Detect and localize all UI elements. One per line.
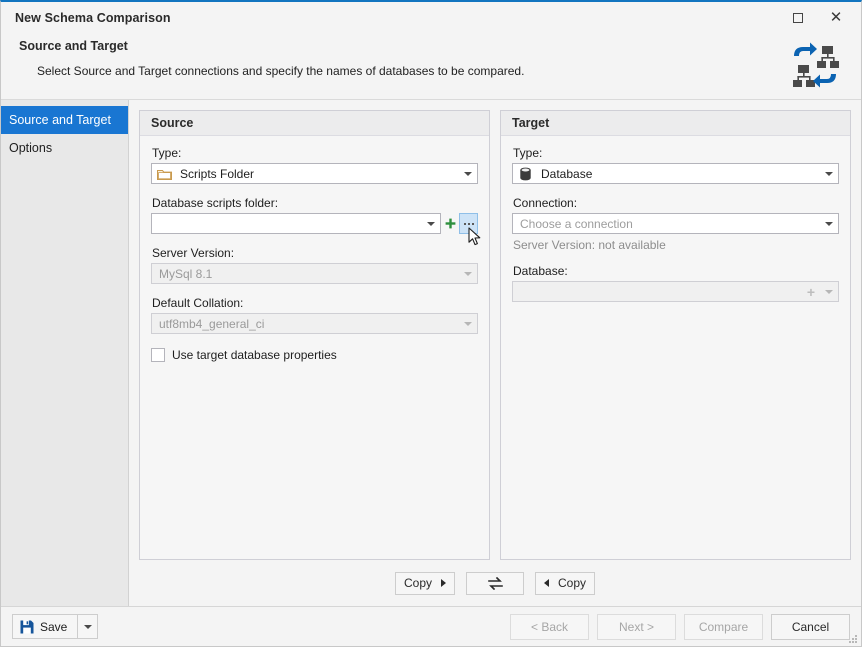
source-type-label: Type: <box>152 146 182 160</box>
source-type-value: Scripts Folder <box>180 166 255 181</box>
copy-to-target-label: Copy <box>403 576 432 590</box>
new-schema-comparison-dialog: New Schema Comparison ✕ Source and Targe… <box>0 0 862 647</box>
arrow-left-icon <box>543 579 549 587</box>
source-server-version-combo: MySql 8.1 <box>151 263 478 284</box>
chevron-down-icon <box>459 271 477 276</box>
source-server-version-label: Server Version: <box>152 246 235 260</box>
back-label: < Back <box>530 619 569 634</box>
use-target-database-properties-checkbox[interactable] <box>151 348 165 362</box>
window-controls: ✕ <box>779 2 855 33</box>
target-connection-placeholder: Choose a connection <box>520 216 633 231</box>
back-button[interactable]: < Back <box>510 613 589 640</box>
navigation-buttons: < Back Next > Compare Cancel <box>510 613 850 640</box>
source-default-collation-value: utf8mb4_general_ci <box>159 316 265 331</box>
next-button[interactable]: Next > <box>597 613 676 640</box>
folder-icon <box>152 168 176 180</box>
chevron-down-icon[interactable] <box>422 221 440 226</box>
database-icon <box>513 167 537 181</box>
source-panel-title: Source <box>140 111 489 136</box>
close-button[interactable]: ✕ <box>817 4 855 32</box>
schema-comparison-logo-icon <box>789 39 841 91</box>
sidebar-item-options[interactable]: Options <box>1 134 128 162</box>
page-subtitle: Select Source and Target connections and… <box>37 64 525 78</box>
sidebar-item-label: Source and Target <box>9 113 111 127</box>
window-title: New Schema Comparison <box>15 10 171 25</box>
compare-label: Compare <box>698 619 749 634</box>
page-title: Source and Target <box>19 39 128 53</box>
title-bar: New Schema Comparison ✕ <box>1 2 861 33</box>
use-target-database-properties-row[interactable]: Use target database properties <box>151 348 478 362</box>
save-dropdown-button[interactable] <box>78 614 99 639</box>
target-panel: Target Type: Database Connection: Choose… <box>500 110 851 560</box>
maximize-square-icon <box>793 12 803 23</box>
source-default-collation-label: Default Collation: <box>152 296 244 310</box>
source-panel: Source Type: Scripts Folder Database scr… <box>139 110 490 560</box>
source-server-version-value: MySql 8.1 <box>159 266 213 281</box>
target-panel-title: Target <box>501 111 850 136</box>
maximize-button[interactable] <box>779 4 817 32</box>
panels-container: Source Type: Scripts Folder Database scr… <box>139 110 851 560</box>
sidebar: Source and Target Options <box>1 100 129 606</box>
next-label: Next > <box>618 619 654 634</box>
target-connection-combo[interactable]: Choose a connection <box>512 213 839 234</box>
source-browse-folder-button[interactable] <box>459 213 478 234</box>
use-target-database-properties-label: Use target database properties <box>172 348 337 362</box>
chevron-down-icon[interactable] <box>820 221 838 226</box>
copy-toolbar: Copy Copy <box>139 560 851 606</box>
source-scripts-folder-input[interactable] <box>151 213 441 234</box>
plus-icon: + <box>806 283 816 300</box>
dialog-body: Source and Target Options Source Type: S… <box>1 99 861 606</box>
close-x-icon: ✕ <box>829 9 843 26</box>
source-type-combo[interactable]: Scripts Folder <box>151 163 478 184</box>
copy-to-target-button[interactable]: Copy <box>395 571 455 595</box>
dialog-footer: Save < Back Next > Compare Cancel <box>1 606 861 646</box>
swap-source-target-button[interactable] <box>466 571 524 595</box>
chevron-down-icon <box>83 624 92 629</box>
cancel-button[interactable]: Cancel <box>771 613 850 640</box>
chevron-down-icon[interactable] <box>820 171 838 176</box>
cancel-label: Cancel <box>791 619 830 634</box>
target-type-value: Database <box>541 166 593 181</box>
target-server-version-text: Server Version: not available <box>513 238 666 252</box>
chevron-down-icon <box>459 321 477 326</box>
ellipsis-icon <box>463 222 474 225</box>
target-panel-body: Type: Database Connection: Choose a conn… <box>501 136 850 559</box>
source-panel-body: Type: Scripts Folder Database scripts fo… <box>140 136 489 559</box>
target-database-label: Database: <box>513 264 568 278</box>
plus-icon <box>445 218 455 229</box>
source-scripts-folder-label: Database scripts folder: <box>152 196 279 210</box>
target-connection-label: Connection: <box>513 196 578 210</box>
swap-arrows-icon <box>487 576 503 590</box>
copy-to-source-label: Copy <box>557 576 586 590</box>
chevron-down-icon <box>820 289 838 294</box>
floppy-disk-icon <box>20 620 34 633</box>
content-area: Source Type: Scripts Folder Database scr… <box>129 100 861 606</box>
target-type-label: Type: <box>513 146 543 160</box>
dialog-header: Source and Target Select Source and Targ… <box>1 33 861 99</box>
save-label: Save <box>40 619 68 634</box>
target-database-combo: + <box>512 281 839 302</box>
chevron-down-icon[interactable] <box>459 171 477 176</box>
source-add-folder-button[interactable] <box>441 213 459 234</box>
save-button-group: Save <box>12 614 99 639</box>
save-button[interactable]: Save <box>12 614 79 639</box>
sidebar-item-label: Options <box>9 141 53 155</box>
target-type-combo[interactable]: Database <box>512 163 839 184</box>
arrow-right-icon <box>441 579 446 587</box>
compare-button[interactable]: Compare <box>684 613 763 640</box>
copy-to-source-button[interactable]: Copy <box>535 571 595 595</box>
source-default-collation-combo: utf8mb4_general_ci <box>151 313 478 334</box>
sidebar-item-source-and-target[interactable]: Source and Target <box>1 106 128 134</box>
source-scripts-folder-row <box>151 213 478 234</box>
